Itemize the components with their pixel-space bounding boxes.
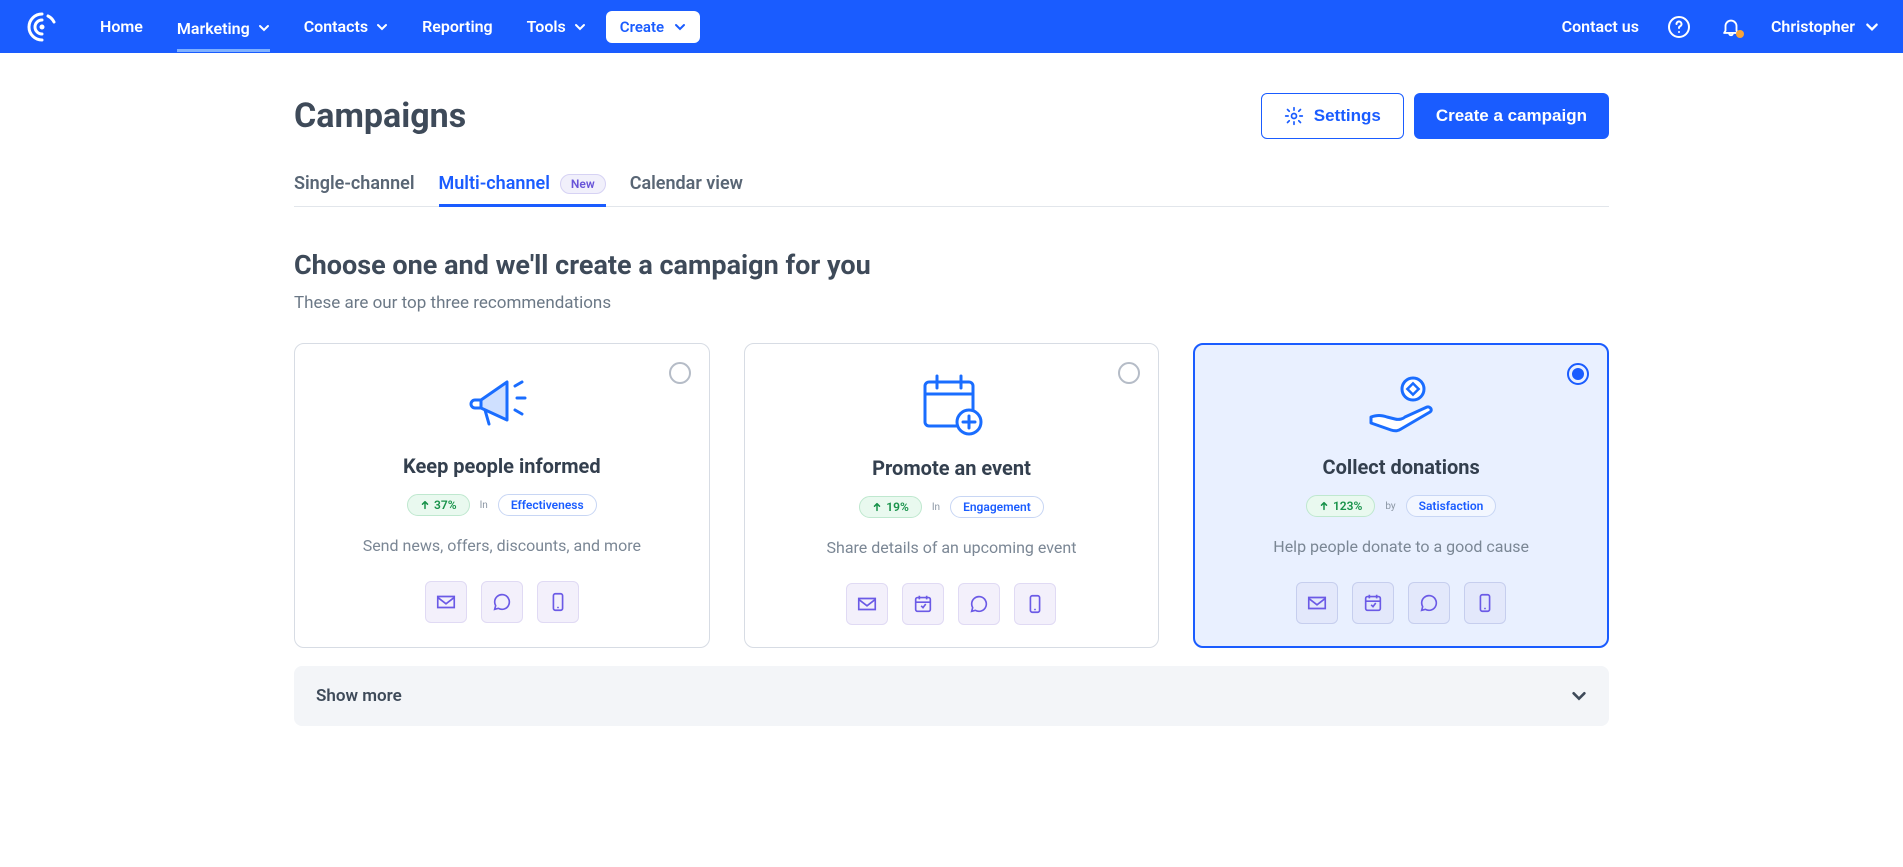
- stat-separator: by: [1385, 501, 1395, 512]
- chat-channel-icon: [1408, 582, 1450, 624]
- create-campaign-button[interactable]: Create a campaign: [1414, 93, 1609, 139]
- channel-row: [1215, 582, 1587, 624]
- radio-button[interactable]: [1567, 363, 1589, 385]
- tab-calendar-view[interactable]: Calendar view: [630, 173, 743, 206]
- secondary-nav: Contact us Christopher: [1562, 15, 1879, 39]
- chevron-down-icon: [258, 22, 270, 34]
- stat-percent: 37%: [407, 494, 470, 516]
- nav-item-reporting[interactable]: Reporting: [422, 3, 493, 50]
- user-menu[interactable]: Christopher: [1771, 17, 1879, 36]
- section-subtitle: These are our top three recommendations: [294, 293, 1609, 313]
- stat-metric: Effectiveness: [498, 494, 597, 516]
- notification-dot: [1736, 30, 1744, 38]
- nav-item-marketing[interactable]: Marketing: [177, 5, 270, 52]
- card-title: Collect donations: [1215, 455, 1587, 479]
- chat-channel-icon: [958, 583, 1000, 625]
- stat-row: 19% In Engagement: [765, 496, 1139, 518]
- chevron-down-icon: [674, 21, 686, 33]
- chat-channel-icon: [481, 581, 523, 623]
- mobile-channel-icon: [537, 581, 579, 623]
- recommendation-card[interactable]: Promote an event 19% In Engagement Share det…: [744, 343, 1160, 648]
- nav-label: Reporting: [422, 17, 493, 36]
- card-title: Keep people informed: [315, 454, 689, 478]
- new-badge: New: [560, 174, 606, 194]
- show-more-toggle[interactable]: Show more: [294, 666, 1609, 726]
- contact-us-link[interactable]: Contact us: [1562, 17, 1639, 36]
- radio-button[interactable]: [669, 362, 691, 384]
- email-channel-icon: [846, 583, 888, 625]
- donate-icon: [1215, 373, 1587, 437]
- channel-row: [315, 581, 689, 623]
- page-title: Campaigns: [294, 96, 466, 136]
- primary-nav: Home Marketing Contacts Reporting Tools: [100, 3, 586, 50]
- notifications-icon[interactable]: [1719, 15, 1743, 39]
- settings-label: Settings: [1314, 106, 1381, 126]
- topbar: Home Marketing Contacts Reporting Tools Crea…: [0, 0, 1903, 53]
- calendar-channel-icon: [902, 583, 944, 625]
- chevron-down-icon: [376, 21, 388, 33]
- card-description: Share details of an upcoming event: [765, 538, 1139, 557]
- nav-label: Marketing: [177, 19, 250, 38]
- stat-separator: In: [480, 500, 488, 511]
- tab-multi-channel[interactable]: Multi-channel New: [439, 173, 606, 207]
- stat-metric: Engagement: [950, 496, 1044, 518]
- create-button[interactable]: Create: [606, 11, 700, 43]
- email-channel-icon: [1296, 582, 1338, 624]
- stat-percent: 19%: [859, 496, 922, 518]
- tab-label: Single-channel: [294, 173, 415, 194]
- section-title: Choose one and we'll create a campaign f…: [294, 249, 1609, 281]
- gear-icon: [1284, 106, 1304, 126]
- nav-item-tools[interactable]: Tools: [527, 3, 586, 50]
- stat-row: 37% In Effectiveness: [315, 494, 689, 516]
- nav-item-contacts[interactable]: Contacts: [304, 3, 388, 50]
- page-header: Campaigns Settings Create a campaign: [294, 93, 1609, 139]
- card-description: Send news, offers, discounts, and more: [315, 536, 689, 555]
- settings-button[interactable]: Settings: [1261, 93, 1404, 139]
- tab-label: Calendar view: [630, 173, 743, 194]
- chevron-down-icon: [1571, 688, 1587, 704]
- stat-percent: 123%: [1306, 495, 1375, 517]
- channel-row: [765, 583, 1139, 625]
- nav-label: Home: [100, 17, 143, 36]
- mobile-channel-icon: [1464, 582, 1506, 624]
- help-icon[interactable]: [1667, 15, 1691, 39]
- mobile-channel-icon: [1014, 583, 1056, 625]
- nav-label: Tools: [527, 17, 566, 36]
- tab-single-channel[interactable]: Single-channel: [294, 173, 415, 206]
- nav-label: Contacts: [304, 17, 368, 36]
- page-body: Campaigns Settings Create a campaign Sin…: [294, 53, 1609, 726]
- email-channel-icon: [425, 581, 467, 623]
- chevron-down-icon: [1865, 20, 1879, 34]
- card-description: Help people donate to a good cause: [1215, 537, 1587, 556]
- tab-label: Multi-channel: [439, 173, 550, 194]
- calendar-add-icon: [765, 372, 1139, 438]
- calendar-channel-icon: [1352, 582, 1394, 624]
- stat-row: 123% by Satisfaction: [1215, 495, 1587, 517]
- recommendation-card[interactable]: Collect donations 123% by Satisfaction Help …: [1193, 343, 1609, 648]
- nav-item-home[interactable]: Home: [100, 3, 143, 50]
- recommendation-card[interactable]: Keep people informed 37% In Effectiveness Se…: [294, 343, 710, 648]
- show-more-label: Show more: [316, 686, 402, 706]
- megaphone-icon: [315, 372, 689, 436]
- recommendation-cards: Keep people informed 37% In Effectiveness Se…: [294, 343, 1609, 648]
- stat-metric: Satisfaction: [1406, 495, 1497, 517]
- logo-icon: [24, 9, 60, 45]
- card-title: Promote an event: [765, 456, 1139, 480]
- tabs: Single-channel Multi-channel New Calendar v…: [294, 173, 1609, 207]
- stat-separator: In: [932, 502, 940, 513]
- create-campaign-label: Create a campaign: [1436, 106, 1587, 126]
- user-name: Christopher: [1771, 17, 1855, 36]
- create-button-label: Create: [620, 18, 664, 36]
- chevron-down-icon: [574, 21, 586, 33]
